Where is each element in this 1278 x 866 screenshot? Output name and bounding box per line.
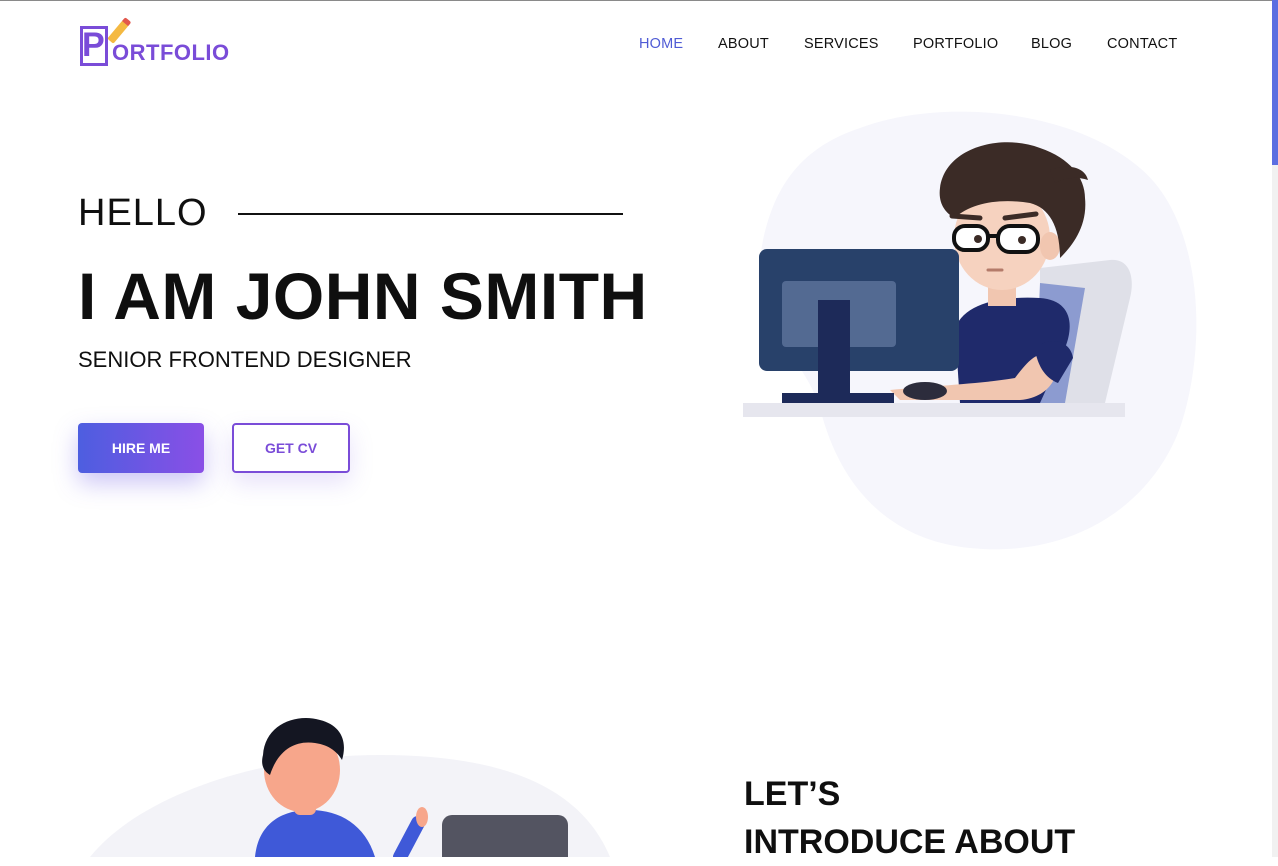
scrollbar-track[interactable] [1272, 0, 1278, 857]
desk [743, 403, 1125, 417]
nav-item-portfolio[interactable]: PORTFOLIO [913, 36, 998, 52]
scrollbar-thumb[interactable] [1272, 0, 1278, 165]
nav-item-services[interactable]: SERVICES [804, 36, 879, 52]
nav-item-contact[interactable]: CONTACT [1107, 36, 1177, 52]
main-nav: HOME ABOUT SERVICES PORTFOLIO BLOG CONTA… [0, 36, 1278, 56]
monitor-base [782, 393, 894, 403]
intro-heading-line2: INTRODUCE ABOUT [744, 823, 1076, 861]
glasses-right [996, 224, 1040, 254]
window-top-border [0, 0, 1278, 1]
monitor-stand [818, 300, 850, 396]
glasses-left [952, 224, 990, 252]
hero-role: SENIOR FRONTEND DESIGNER [78, 347, 412, 372]
nav-item-about[interactable]: ABOUT [718, 36, 769, 52]
get-cv-button[interactable]: GET CV [232, 423, 350, 473]
nav-item-home[interactable]: HOME [639, 36, 683, 52]
nav-item-blog[interactable]: BLOG [1031, 36, 1072, 52]
person-hand [416, 807, 428, 827]
hero-name: I AM JOHN SMITH [78, 259, 648, 333]
hero-greeting: HELLO [78, 192, 208, 234]
about-illustration [90, 718, 610, 857]
developer-illustration [743, 111, 1197, 550]
hand [903, 382, 947, 400]
intro-heading: LET’S INTRODUCE ABOUT [744, 770, 1075, 866]
laptop-icon [442, 815, 568, 857]
ear [1040, 232, 1060, 260]
hero-divider [238, 213, 623, 215]
hire-me-button[interactable]: HIRE ME [78, 423, 204, 473]
intro-heading-line1: LET’S [744, 775, 841, 813]
